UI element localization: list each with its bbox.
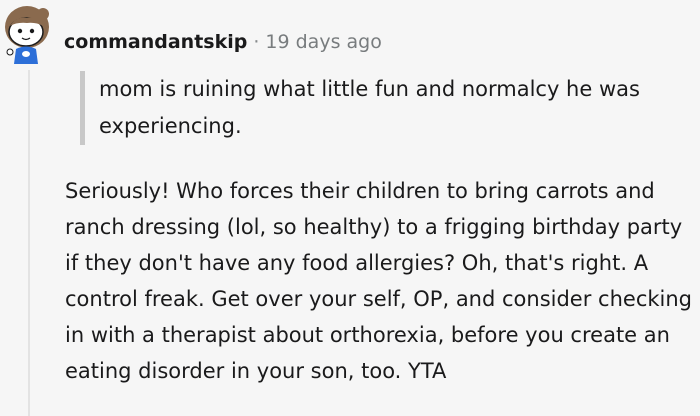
blockquote: mom is ruining what little fun and norma… <box>80 71 699 145</box>
comment-card: commandantskip · 19 days ago mom is ruinin… <box>0 0 700 416</box>
meta-separator: · <box>253 31 260 53</box>
comment-meta: commandantskip · 19 days ago <box>64 30 382 54</box>
username-link[interactable]: commandantskip <box>64 31 247 53</box>
comment-body: Seriously! Who forces their children to … <box>65 179 692 383</box>
thread-line[interactable] <box>28 70 30 416</box>
snoo-avatar-icon[interactable] <box>2 2 56 64</box>
timestamp-link[interactable]: 19 days ago <box>265 31 381 53</box>
